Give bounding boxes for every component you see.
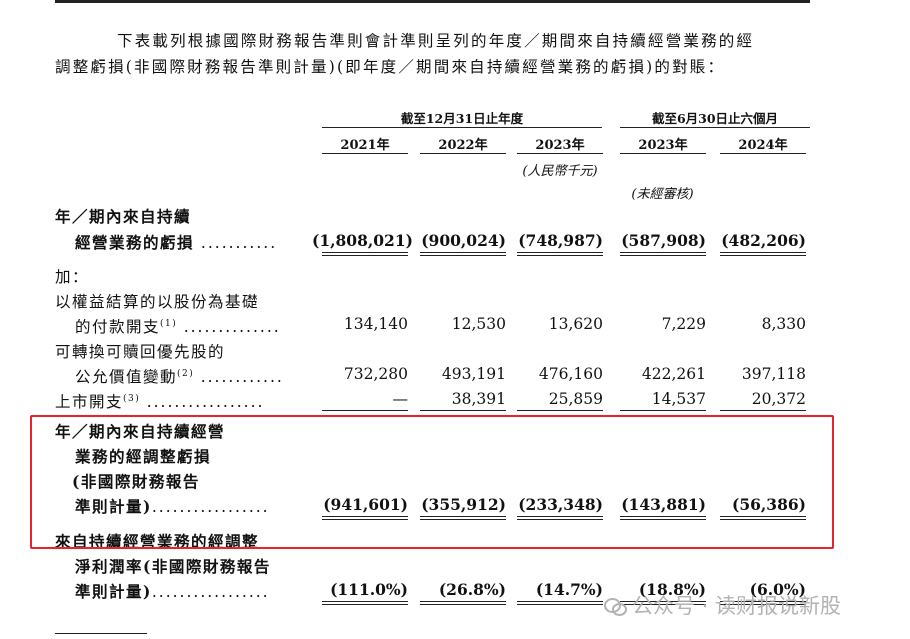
row-fair-value-value: 732,280 <box>343 365 408 383</box>
single-underline <box>322 410 408 411</box>
row-listing-value: 38,391 <box>451 390 506 408</box>
row-share-comp-value: 7,229 <box>661 315 706 333</box>
row-listing-value: 14,537 <box>651 390 706 408</box>
watermark: 公众号 · 读财报说新股 <box>604 590 841 620</box>
unaudited-note: (未經審核) <box>631 187 694 202</box>
header-interim-rule <box>620 127 810 128</box>
double-underline <box>720 252 806 256</box>
header-annual-period: 截至12月31日止年度 <box>400 111 524 126</box>
unit-note: (人民幣千元) <box>522 164 598 179</box>
single-underline <box>720 410 806 411</box>
row-net-margin-label-3: 準則計量)................. <box>75 582 270 601</box>
double-underline <box>517 252 603 256</box>
row-fair-value-label-1: 可轉換可贖回優先股的 <box>55 343 226 361</box>
row-fair-value-value: 422,261 <box>641 365 706 383</box>
row-loss-label-1: 年／期內來自持續 <box>55 207 192 226</box>
double-underline <box>517 601 603 605</box>
header-annual-rule <box>322 127 602 128</box>
row-listing-value: — <box>392 390 409 408</box>
row-net-margin-label-2: 淨利潤率(非國際財務報告 <box>75 557 271 576</box>
row-listing-value: 20,372 <box>751 390 806 408</box>
row-share-comp-value: 8,330 <box>761 315 806 333</box>
double-underline <box>322 252 408 256</box>
footnote-rule <box>55 633 147 634</box>
row-loss-label-2: 經營業務的虧損 ........... <box>75 233 278 252</box>
row-listing-value: 25,859 <box>548 390 603 408</box>
single-underline <box>620 410 706 411</box>
year-header-2023: 2023年 <box>535 138 585 153</box>
watermark-text: 公众号 · 读财报说新股 <box>632 594 842 618</box>
row-net-margin-value: (111.0%) <box>330 580 408 599</box>
intro-line-2: 調整虧損(非國際財務報告準則計量)(即年度／期間來自持續經營業務的虧損)的對賬： <box>55 58 726 76</box>
row-share-comp-value: 134,140 <box>343 315 408 333</box>
row-loss-value: (1,808,021) <box>312 231 413 250</box>
single-underline <box>420 410 506 411</box>
year-rule <box>322 153 408 154</box>
wechat-icon <box>604 596 627 616</box>
year-header-2024-interim: 2024年 <box>738 138 788 153</box>
top-rule <box>55 0 810 3</box>
year-rule <box>517 153 603 154</box>
year-rule <box>620 153 706 154</box>
year-rule <box>720 153 806 154</box>
header-interim-period: 截至6月30日止六個月 <box>651 111 779 126</box>
row-listing-label: 上市開支(3) ................. <box>55 393 265 411</box>
row-fair-value-label-2: 公允價值變動(2) ............ <box>75 368 284 386</box>
intro-paragraph: 下表載列根據國際財務報告準則會計準則呈列的年度／期間來自持續經營業務的經 調整虧… <box>55 28 810 80</box>
row-fair-value-value: 493,191 <box>441 365 506 383</box>
intro-line-1: 下表載列根據國際財務報告準則會計準則呈列的年度／期間來自持續經營業務的經 <box>117 32 755 50</box>
row-fair-value-value: 476,160 <box>538 365 603 383</box>
add-label: 加： <box>55 268 90 286</box>
double-underline <box>620 252 706 256</box>
row-loss-value: (900,024) <box>421 231 506 250</box>
double-underline <box>420 252 506 256</box>
row-share-comp-value: 13,620 <box>548 315 603 333</box>
double-underline <box>420 601 506 605</box>
row-loss-value: (587,908) <box>621 231 706 250</box>
row-fair-value-value: 397,118 <box>741 365 806 383</box>
year-rule <box>420 153 506 154</box>
year-header-2021: 2021年 <box>340 138 390 153</box>
row-net-margin-value: (26.8%) <box>438 580 506 599</box>
row-share-comp-label-2: 的付款開支(1) .............. <box>75 318 281 336</box>
row-loss-value: (482,206) <box>721 231 806 250</box>
single-underline <box>517 410 603 411</box>
row-net-margin-value: (14.7%) <box>535 580 603 599</box>
year-header-2023-interim: 2023年 <box>638 138 688 153</box>
row-loss-value: (748,987) <box>518 231 603 250</box>
year-header-2022: 2022年 <box>438 138 488 153</box>
double-underline <box>322 601 408 605</box>
highlight-box <box>30 415 834 549</box>
row-share-comp-value: 12,530 <box>451 315 506 333</box>
row-share-comp-label-1: 以權益結算的以股份為基礎 <box>55 293 260 311</box>
